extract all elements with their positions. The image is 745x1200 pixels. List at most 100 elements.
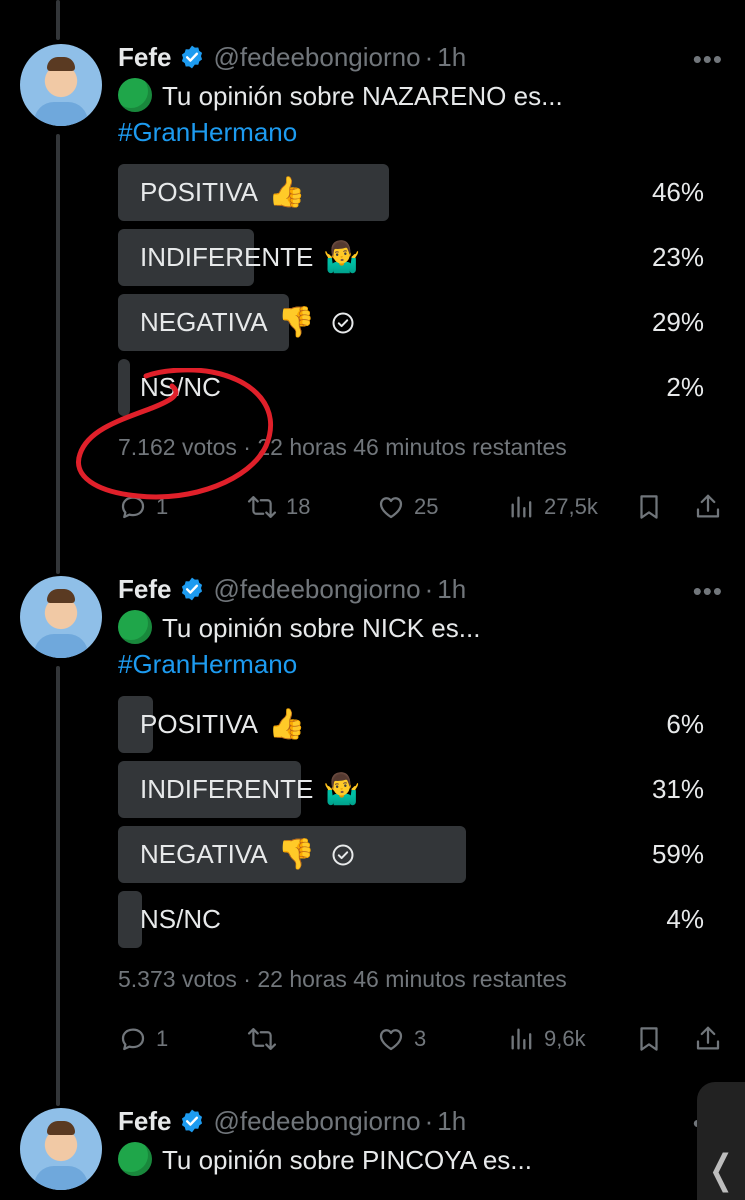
poll-option-label: POSITIVA bbox=[140, 177, 258, 207]
poll-option[interactable]: INDIFERENTE 🤷‍♂️ 23% bbox=[118, 229, 708, 286]
shrug-icon: 🤷‍♂️ bbox=[323, 773, 361, 806]
scroll-back-tab[interactable]: ❬ bbox=[697, 1082, 745, 1200]
poll: POSITIVA 👍 46% INDIFERENTE 🤷‍♂️ 23% NEGATI… bbox=[118, 164, 708, 424]
tweet-header: Fefe @fedeebongiorno · 1h bbox=[118, 40, 466, 74]
tweet-text: Tu opinión sobre PINCOYA es... bbox=[118, 1142, 532, 1178]
heart-icon bbox=[379, 1029, 403, 1051]
author-name[interactable]: Fefe bbox=[118, 42, 171, 73]
tweet[interactable]: Fefe @fedeebongiorno · 1h ••• Tu opinión… bbox=[0, 1064, 745, 1200]
poll-option[interactable]: INDIFERENTE 🤷‍♂️ 31% bbox=[118, 761, 708, 818]
bookmark-button[interactable] bbox=[634, 492, 664, 522]
bookmark-icon bbox=[640, 1027, 658, 1051]
share-button[interactable] bbox=[693, 1024, 723, 1054]
like-button[interactable]: 25 bbox=[376, 492, 438, 522]
hashtag-link[interactable]: #GranHermano bbox=[118, 646, 480, 682]
reply-button[interactable]: 1 bbox=[118, 492, 168, 522]
author-name[interactable]: Fefe bbox=[118, 574, 171, 605]
tweet-body: Tu opinión sobre NAZARENO es... bbox=[162, 81, 563, 111]
tweet-actions: 1 18 25 27,5k bbox=[118, 492, 728, 532]
tweet[interactable]: Fefe @fedeebongiorno · 1h ••• Tu opinión… bbox=[0, 0, 745, 540]
thumbs-up-icon: 👍 bbox=[268, 176, 306, 209]
repost-button[interactable]: 18 bbox=[246, 492, 310, 522]
shrug-icon: 🤷‍♂️ bbox=[323, 241, 361, 274]
repost-icon bbox=[247, 1028, 277, 1050]
tweet-time[interactable]: 1h bbox=[437, 574, 466, 605]
bookmark-button[interactable] bbox=[634, 1024, 664, 1054]
tweet-text: Tu opinión sobre NAZARENO es... #GranHer… bbox=[118, 78, 563, 150]
repost-icon bbox=[247, 496, 277, 518]
tweet-time[interactable]: 1h bbox=[437, 1106, 466, 1137]
thumbs-up-icon: 👍 bbox=[268, 708, 306, 741]
poll-meta: 5.373 votos · 22 horas 46 minutos restan… bbox=[118, 966, 567, 992]
green-circle-icon bbox=[118, 78, 152, 112]
separator-dot: · bbox=[424, 41, 434, 72]
like-count: 3 bbox=[414, 1026, 427, 1051]
poll-percent: 4% bbox=[666, 904, 704, 934]
reply-count: 1 bbox=[156, 494, 169, 519]
poll-percent: 46% bbox=[651, 177, 704, 207]
tweet[interactable]: Fefe @fedeebongiorno · 1h ••• Tu opinión… bbox=[0, 532, 745, 1072]
check-circle-icon bbox=[331, 843, 355, 867]
tweet-text: Tu opinión sobre NICK es... #GranHermano bbox=[118, 610, 480, 682]
avatar[interactable] bbox=[20, 576, 102, 658]
more-dots-icon[interactable]: ••• bbox=[693, 44, 723, 75]
author-name[interactable]: Fefe bbox=[118, 1106, 171, 1137]
views-chart-icon bbox=[511, 496, 532, 518]
poll-percent: 31% bbox=[651, 774, 704, 804]
reply-button[interactable]: 1 bbox=[118, 1024, 168, 1054]
poll-option-label: NS/NC bbox=[140, 904, 221, 934]
heart-icon bbox=[379, 497, 403, 519]
poll-option-label: NS/NC bbox=[140, 372, 221, 402]
poll-option-label: INDIFERENTE bbox=[140, 242, 314, 272]
tweet-time[interactable]: 1h bbox=[437, 42, 466, 73]
reply-count: 1 bbox=[156, 1026, 169, 1051]
poll-option[interactable]: NEGATIVA 👎 29% bbox=[118, 294, 708, 351]
poll: POSITIVA 👍 6% INDIFERENTE 🤷‍♂️ 31% NEGATIV… bbox=[118, 696, 708, 956]
poll-bar bbox=[118, 891, 142, 948]
more-dots-icon[interactable]: ••• bbox=[693, 576, 723, 607]
tweet-body: Tu opinión sobre PINCOYA es... bbox=[162, 1145, 532, 1175]
poll-option[interactable]: POSITIVA 👍 6% bbox=[118, 696, 708, 753]
repost-count: 18 bbox=[286, 494, 311, 519]
author-handle[interactable]: @fedeebongiorno bbox=[213, 42, 420, 73]
view-count: 27,5k bbox=[544, 494, 598, 519]
poll-percent: 6% bbox=[666, 709, 704, 739]
poll-option-label: POSITIVA bbox=[140, 709, 258, 739]
like-button[interactable]: 3 bbox=[376, 1024, 426, 1054]
poll-option-label: NEGATIVA bbox=[140, 307, 268, 337]
avatar[interactable] bbox=[20, 44, 102, 126]
poll-option[interactable]: NEGATIVA 👎 59% bbox=[118, 826, 708, 883]
poll-meta: 7.162 votos · 22 horas 46 minutos restan… bbox=[118, 434, 567, 460]
tweet-header: Fefe @fedeebongiorno · 1h bbox=[118, 572, 466, 606]
poll-option[interactable]: NS/NC 2% bbox=[118, 359, 708, 416]
poll-option-label: NEGATIVA bbox=[140, 839, 268, 869]
poll-percent: 59% bbox=[651, 839, 704, 869]
poll-option[interactable]: NS/NC 4% bbox=[118, 891, 708, 948]
author-handle[interactable]: @fedeebongiorno bbox=[213, 1106, 420, 1137]
author-handle[interactable]: @fedeebongiorno bbox=[213, 574, 420, 605]
share-icon bbox=[696, 1026, 720, 1050]
bookmark-icon bbox=[640, 495, 658, 519]
verified-badge-icon bbox=[179, 576, 205, 602]
tweet-header: Fefe @fedeebongiorno · 1h bbox=[118, 1104, 466, 1138]
views-button[interactable]: 9,6k bbox=[508, 1024, 586, 1054]
poll-bar bbox=[118, 359, 130, 416]
thumbs-down-icon: 👎 bbox=[277, 838, 315, 871]
verified-badge-icon bbox=[179, 1108, 205, 1134]
tweet-body: Tu opinión sobre NICK es... bbox=[162, 613, 481, 643]
poll-percent: 23% bbox=[651, 242, 704, 272]
share-icon bbox=[696, 494, 720, 518]
views-chart-icon bbox=[511, 1028, 532, 1050]
separator-dot: · bbox=[424, 1105, 434, 1136]
avatar[interactable] bbox=[20, 1108, 102, 1190]
share-button[interactable] bbox=[693, 492, 723, 522]
poll-option-label: INDIFERENTE bbox=[140, 774, 314, 804]
views-button[interactable]: 27,5k bbox=[508, 492, 598, 522]
like-count: 25 bbox=[414, 494, 439, 519]
repost-button[interactable] bbox=[246, 1024, 286, 1054]
poll-option[interactable]: POSITIVA 👍 46% bbox=[118, 164, 708, 221]
hashtag-link[interactable]: #GranHermano bbox=[118, 114, 563, 150]
poll-percent: 2% bbox=[666, 372, 704, 402]
green-circle-icon bbox=[118, 610, 152, 644]
reply-icon bbox=[121, 496, 145, 519]
